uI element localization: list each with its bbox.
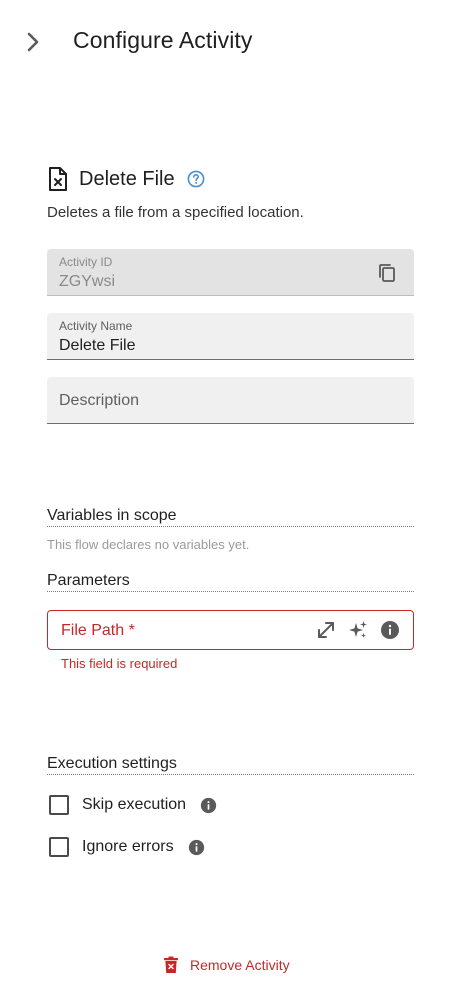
info-icon[interactable]: [188, 838, 206, 856]
activity-name-field[interactable]: Activity Name Delete File: [47, 313, 414, 360]
file-path-actions: [315, 619, 401, 641]
activity-name-label: Activity Name: [59, 319, 133, 333]
skip-execution-row: Skip execution: [47, 793, 218, 817]
ignore-errors-row: Ignore errors: [47, 835, 206, 859]
copy-icon: [379, 264, 395, 282]
variables-empty-text: This flow declares no variables yet.: [47, 537, 250, 552]
activity-id-value: ZGYwsi: [59, 273, 115, 290]
file-path-field[interactable]: File Path *: [47, 610, 414, 650]
skip-execution-checkbox[interactable]: [49, 795, 69, 815]
expand-icon[interactable]: [315, 619, 337, 641]
activity-description: Deletes a file from a specified location…: [47, 204, 304, 221]
ignore-errors-checkbox[interactable]: [49, 837, 69, 857]
parameters-section-title: Parameters: [47, 572, 414, 592]
panel-header: Configure Activity: [0, 0, 470, 84]
chevron-right-icon: [27, 32, 39, 52]
info-icon[interactable]: [200, 796, 218, 814]
copy-button[interactable]: [376, 262, 398, 284]
activity-id-field: Activity ID ZGYwsi: [47, 249, 414, 296]
activity-title: Delete File: [79, 167, 175, 190]
info-icon[interactable]: [379, 619, 401, 641]
activity-id-label: Activity ID: [59, 255, 113, 269]
activity-heading: Delete File: [47, 164, 207, 194]
remove-activity-label: Remove Activity: [190, 957, 290, 973]
trash-icon: [163, 956, 181, 974]
page-title: Configure Activity: [73, 27, 253, 53]
ignore-errors-label[interactable]: Ignore errors: [82, 838, 174, 856]
file-path-error: This field is required: [61, 656, 178, 671]
help-circle-icon[interactable]: [187, 169, 207, 189]
collapse-panel-button[interactable]: [20, 28, 46, 56]
sparkle-icon[interactable]: [347, 619, 369, 641]
activity-name-value[interactable]: Delete File: [59, 337, 135, 355]
file-delete-icon: [47, 166, 71, 192]
execution-section-title: Execution settings: [47, 755, 414, 775]
file-path-label: File Path *: [61, 622, 135, 639]
description-field[interactable]: Description: [47, 377, 414, 424]
description-placeholder: Description: [59, 392, 140, 409]
skip-execution-label[interactable]: Skip execution: [82, 796, 186, 814]
remove-activity-button[interactable]: Remove Activity: [163, 954, 290, 976]
variables-section-title: Variables in scope: [47, 507, 414, 527]
configure-activity-panel: Configure Activity Delete File Deletes a…: [0, 0, 470, 1000]
